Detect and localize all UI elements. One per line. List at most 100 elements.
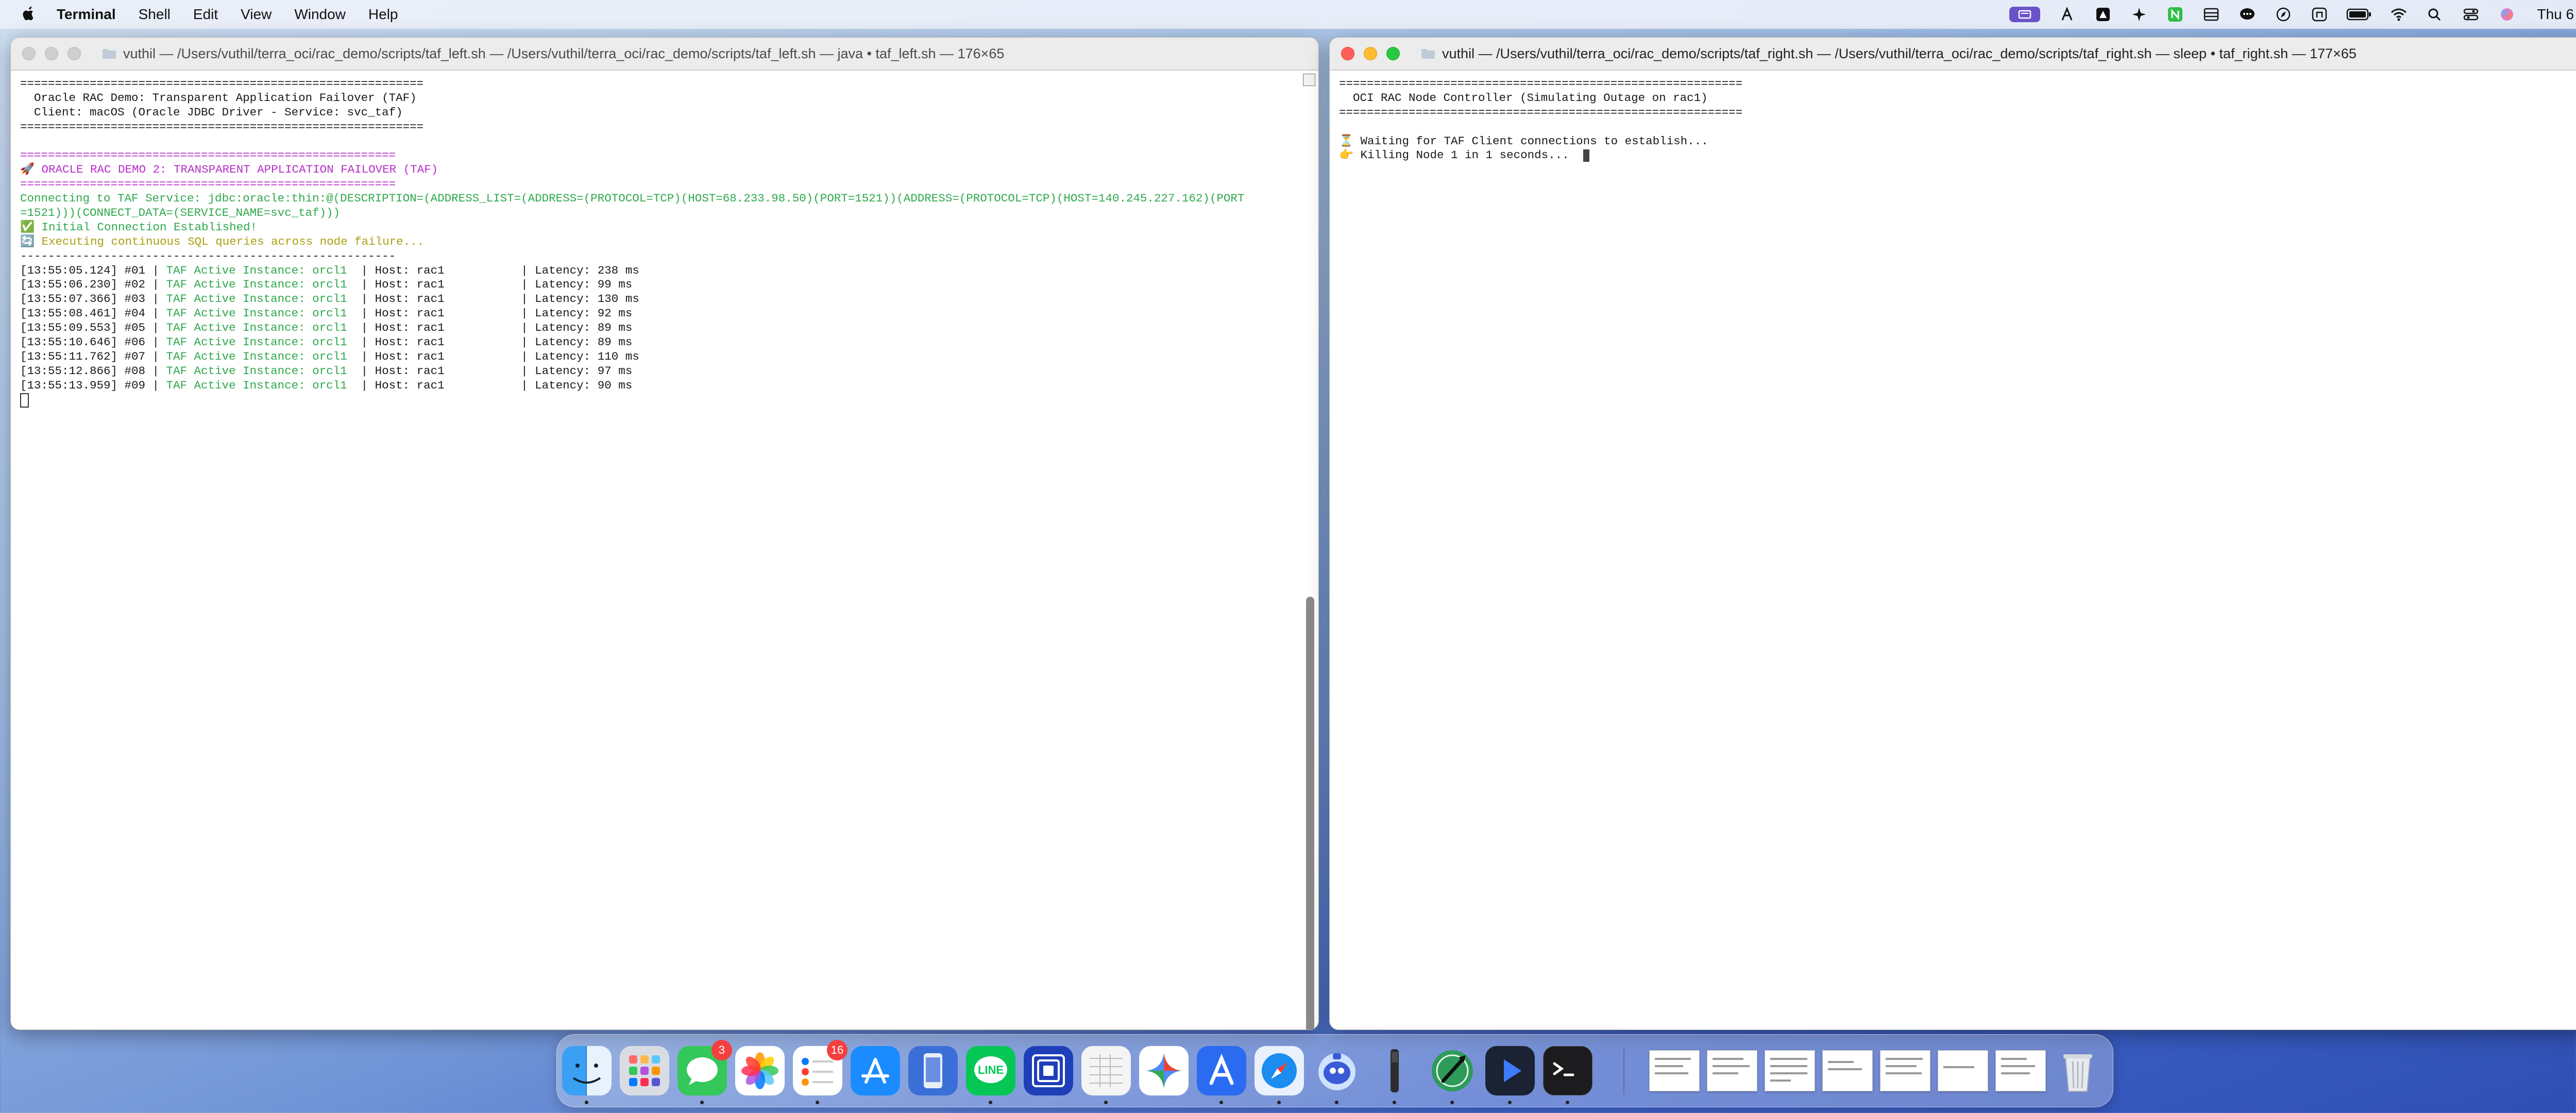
finder-icon xyxy=(562,1046,612,1095)
messages-bubble-icon[interactable] xyxy=(2238,7,2257,22)
simulator-icon[interactable] xyxy=(908,1046,958,1095)
log-instance: TAF Active Instance: orcl1 xyxy=(166,292,347,306)
a-font-icon[interactable] xyxy=(2058,7,2076,22)
display-icon[interactable] xyxy=(2202,7,2221,22)
log-timestamp: [13:55:05.124] #01 | xyxy=(20,263,166,277)
menu-help[interactable]: Help xyxy=(368,6,398,23)
stick-icon[interactable] xyxy=(1370,1046,1419,1095)
log-row: [13:55:10.646] #06 | TAF Active Instance… xyxy=(20,335,1309,350)
dock-separator xyxy=(1623,1048,1624,1094)
safari-icon xyxy=(1255,1046,1304,1095)
menu-shell[interactable]: Shell xyxy=(139,6,171,23)
numbers-icon[interactable] xyxy=(1081,1046,1131,1095)
menu-edit[interactable]: Edit xyxy=(193,6,218,23)
trash-icon[interactable] xyxy=(2053,1046,2103,1095)
acrobat-icon[interactable] xyxy=(2094,7,2112,22)
zoom-button[interactable] xyxy=(1386,47,1400,60)
minimize-button[interactable] xyxy=(45,47,58,60)
minimize-button[interactable] xyxy=(1364,47,1377,60)
terminal-output[interactable]: ========================================… xyxy=(1330,71,2576,1030)
log-timestamp: [13:55:07.366] #03 | xyxy=(20,292,166,306)
document-thumbnail[interactable] xyxy=(1707,1050,1757,1091)
log-row: [13:55:09.553] #05 | TAF Active Instance… xyxy=(20,321,1309,335)
running-indicator xyxy=(1508,1101,1512,1104)
acrobat-icon xyxy=(1197,1046,1246,1095)
instruments-icon[interactable] xyxy=(1428,1046,1477,1095)
stick-icon xyxy=(1391,1049,1399,1092)
window-title: vuthil — /Users/vuthil/terra_oci/rac_dem… xyxy=(123,45,1005,61)
menu-view[interactable]: View xyxy=(241,6,272,23)
n-app-icon[interactable] xyxy=(2166,7,2184,22)
compass-icon[interactable] xyxy=(2274,7,2293,22)
safari-icon[interactable] xyxy=(1255,1046,1304,1095)
siri-icon[interactable] xyxy=(2498,7,2516,22)
log-host-latency: | Host: rac1 | Latency: 99 ms xyxy=(347,278,633,292)
video-icon[interactable] xyxy=(1485,1046,1535,1095)
running-indicator xyxy=(989,1101,992,1104)
n-box-icon[interactable] xyxy=(2310,7,2329,22)
copilot-icon[interactable] xyxy=(1312,1046,1362,1095)
terminal-window-left[interactable]: vuthil — /Users/vuthil/terra_oci/rac_dem… xyxy=(10,37,1319,1030)
running-indicator xyxy=(700,1101,704,1104)
log-host-latency: | Host: rac1 | Latency: 238 ms xyxy=(347,263,639,277)
log-timestamp: [13:55:11.762] #07 | xyxy=(20,349,166,363)
document-thumbnail[interactable] xyxy=(1822,1050,1873,1091)
zoom-button[interactable] xyxy=(67,47,81,60)
line-icon[interactable]: LINE xyxy=(966,1046,1015,1095)
menu-window[interactable]: Window xyxy=(294,6,346,23)
document-thumbnail[interactable] xyxy=(1880,1050,1930,1091)
copilot-icon xyxy=(1318,1053,1355,1090)
document-thumbnail[interactable] xyxy=(1649,1050,1700,1091)
stage-manager-icon[interactable] xyxy=(2009,7,2041,22)
app-menu-terminal[interactable]: Terminal xyxy=(57,6,116,23)
document-thumbnail[interactable] xyxy=(1995,1050,2046,1091)
document-thumbnail[interactable] xyxy=(1938,1050,1988,1091)
folder-icon xyxy=(103,49,116,59)
terminal-output[interactable]: ========================================… xyxy=(11,71,1318,1030)
terminal-cursor xyxy=(1583,149,1589,162)
control-center-icon[interactable] xyxy=(2462,7,2480,22)
acrobat-icon[interactable] xyxy=(1197,1046,1246,1095)
menu-bar-clock[interactable]: Thu 6 Aug 13:55 xyxy=(2537,6,2576,23)
photos-icon[interactable] xyxy=(735,1046,785,1095)
close-button[interactable] xyxy=(1341,47,1354,60)
battery-icon[interactable] xyxy=(2346,7,2372,22)
running-indicator xyxy=(1219,1101,1223,1104)
log-timestamp: [13:55:12.866] #08 | xyxy=(20,364,166,378)
window-titlebar[interactable]: vuthil — /Users/vuthil/terra_oci/rac_dem… xyxy=(1330,38,2576,71)
terminal-line: ========================================… xyxy=(20,148,396,162)
close-button[interactable] xyxy=(22,47,36,60)
spark-icon[interactable] xyxy=(2130,7,2148,22)
scrollbar-thumb[interactable] xyxy=(1306,597,1314,1030)
app-store-icon[interactable] xyxy=(851,1046,900,1095)
remote-desktop-icon[interactable] xyxy=(1024,1046,1073,1095)
log-timestamp: [13:55:10.646] #06 | xyxy=(20,335,166,349)
log-host-latency: | Host: rac1 | Latency: 97 ms xyxy=(347,364,633,378)
document-thumbnail[interactable] xyxy=(1765,1050,1815,1091)
log-instance: TAF Active Instance: orcl1 xyxy=(166,321,347,335)
gemini-icon[interactable] xyxy=(1139,1046,1189,1095)
terminal-line: ⏳ Waiting for TAF Client connections to … xyxy=(1339,134,1708,148)
terminal-window-right[interactable]: vuthil — /Users/vuthil/terra_oci/rac_dem… xyxy=(1329,37,2576,1030)
running-indicator xyxy=(1566,1101,1569,1104)
terminal-icon[interactable] xyxy=(1543,1046,1592,1095)
simulator-icon xyxy=(908,1046,958,1095)
terminal-line: ========================================… xyxy=(1339,105,1743,119)
finder-icon[interactable] xyxy=(562,1046,612,1095)
apple-menu-icon[interactable] xyxy=(21,6,36,23)
photos-icon xyxy=(735,1046,785,1095)
menu-bar: Terminal Shell Edit View Window Help Thu… xyxy=(0,0,2576,29)
log-row: [13:55:05.124] #01 | TAF Active Instance… xyxy=(20,264,1309,278)
log-instance: TAF Active Instance: orcl1 xyxy=(166,307,347,321)
log-instance: TAF Active Instance: orcl1 xyxy=(166,349,347,363)
search-icon[interactable] xyxy=(2426,7,2444,22)
log-row: [13:55:11.762] #07 | TAF Active Instance… xyxy=(20,350,1309,364)
terminal-line: 🚀 ORACLE RAC DEMO 2: TRANSPARENT APPLICA… xyxy=(20,163,438,177)
terminal-line: ✅ Initial Connection Established! xyxy=(20,220,258,234)
scroll-split-button[interactable] xyxy=(1303,74,1315,86)
launchpad-icon[interactable] xyxy=(620,1046,669,1095)
window-titlebar[interactable]: vuthil — /Users/vuthil/terra_oci/rac_dem… xyxy=(11,38,1318,71)
running-indicator xyxy=(1277,1101,1281,1104)
wifi-icon[interactable] xyxy=(2389,7,2408,22)
